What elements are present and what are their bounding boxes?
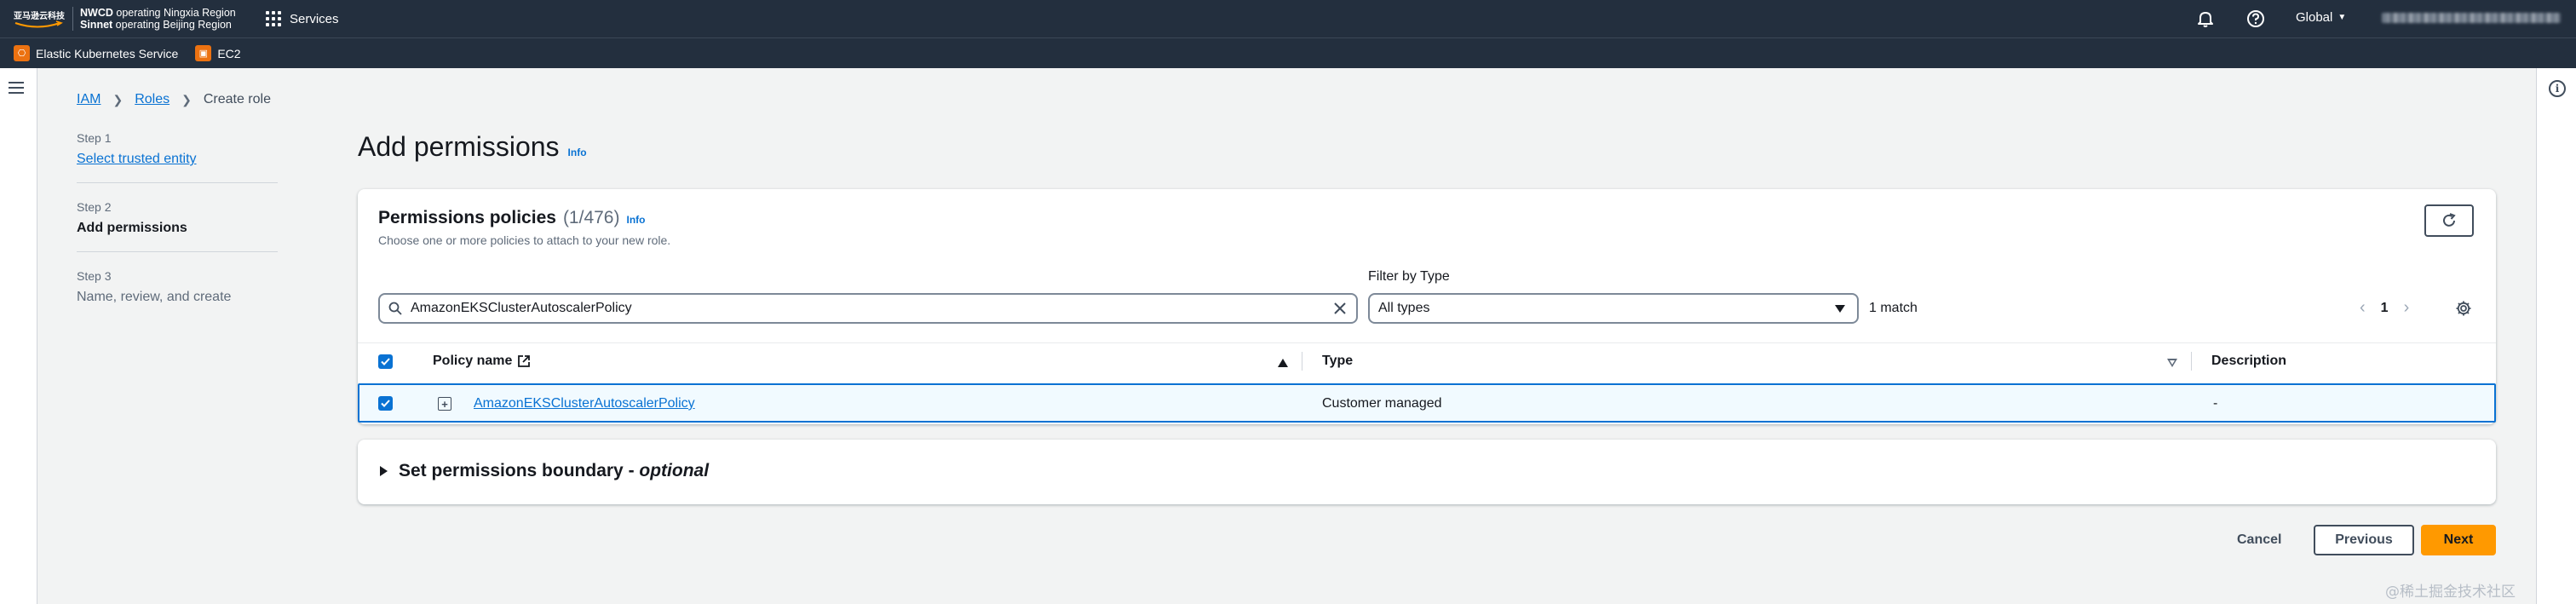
region-info: NWCD operating Ningxia Region Sinnet ope… (80, 7, 236, 31)
wizard-step-3: Step 3 Name, review, and create (77, 269, 278, 320)
select-all-checkbox[interactable] (378, 354, 393, 369)
panel-info-link[interactable]: Info (626, 214, 645, 226)
brand-logo-text: 亚马逊云科技 (14, 12, 65, 21)
breadcrumb-current: Create role (203, 92, 271, 106)
column-divider (2191, 352, 2192, 371)
filter-type-select[interactable]: All types (1368, 293, 1859, 324)
policy-name-link[interactable]: AmazonEKSClusterAutoscalerPolicy (474, 396, 695, 411)
services-grid-icon (266, 11, 281, 26)
step-link-select-trusted-entity[interactable]: Select trusted entity (77, 152, 278, 167)
chevron-right-icon: ❯ (181, 92, 192, 106)
brand-smile-icon (14, 20, 63, 28)
column-header-description[interactable]: Description (2211, 354, 2286, 369)
wizard-step-1: Step 1 Select trusted entity (77, 131, 278, 183)
page-info-link[interactable]: Info (568, 147, 587, 158)
region-selector-label: Global (2296, 10, 2333, 25)
next-page-icon[interactable]: › (2404, 298, 2410, 318)
sort-descending-icon[interactable] (2167, 359, 2177, 367)
external-link-icon (518, 355, 531, 367)
info-panel-icon[interactable]: i (2549, 80, 2566, 97)
top-navigation: 亚马逊云科技 NWCD operating Ningxia Region Sin… (0, 0, 2576, 37)
refresh-button[interactable] (2424, 204, 2474, 237)
caret-right-icon (380, 466, 388, 476)
ec2-service-icon: ▣ (195, 45, 212, 61)
help-icon[interactable] (2245, 9, 2266, 29)
clear-search-icon[interactable] (1332, 301, 1348, 316)
panel-description: Choose one or more policies to attach to… (378, 233, 671, 247)
table-row[interactable]: + AmazonEKSClusterAutoscalerPolicy Custo… (358, 383, 2496, 423)
filter-type-value: All types (1378, 301, 1430, 315)
region-divider (72, 7, 73, 31)
region-selector[interactable]: Global ▼ (2296, 10, 2346, 25)
favorites-bar: ⎔ Elastic Kubernetes Service ▣ EC2 (0, 37, 2576, 68)
services-label: Services (290, 11, 339, 26)
row-checkbox[interactable] (378, 396, 393, 411)
panel-title: Permissions policies (1/476) Info (378, 208, 645, 228)
watermark: @稀土掘金技术社区 (2385, 584, 2516, 601)
next-button[interactable]: Next (2421, 525, 2496, 555)
step-number: Step 2 (77, 200, 112, 214)
favorite-ec2-label: EC2 (217, 46, 241, 60)
step-current-add-permissions: Add permissions (77, 221, 187, 235)
sort-ascending-icon[interactable] (1278, 359, 1288, 367)
tools-rail: i (2536, 68, 2576, 604)
pagination: ‹ 1 › (2360, 298, 2409, 318)
page-number-button[interactable]: 1 (2381, 301, 2389, 316)
cancel-button[interactable]: Cancel (2223, 525, 2295, 555)
favorite-eks-label: Elastic Kubernetes Service (36, 46, 179, 60)
permissions-policies-panel: Permissions policies (1/476) Info Choose… (358, 189, 2496, 424)
step-number: Step 1 (77, 131, 112, 145)
notifications-bell-icon[interactable] (2196, 9, 2215, 28)
policy-type-cell: Customer managed (1322, 396, 1442, 411)
caret-down-icon (1835, 305, 1845, 313)
caret-down-icon: ▼ (2337, 13, 2347, 22)
services-menu-button[interactable]: Services (266, 9, 339, 29)
page-title-text: Add permissions (358, 131, 560, 162)
match-count: 1 match (1869, 301, 1918, 315)
side-navigation-rail (0, 68, 37, 604)
eks-service-icon: ⎔ (14, 45, 30, 61)
selection-count: (1/476) (562, 208, 620, 227)
column-header-policy-name[interactable]: Policy name (433, 354, 531, 369)
brand-logo[interactable]: 亚马逊云科技 (14, 7, 73, 31)
menu-hamburger-icon[interactable] (9, 82, 24, 94)
previous-button[interactable]: Previous (2314, 525, 2414, 555)
policy-search-input[interactable] (411, 298, 1314, 319)
wizard-step-2: Step 2 Add permissions (77, 200, 278, 252)
account-menu[interactable] (2382, 13, 2561, 23)
favorite-eks[interactable]: ⎔ Elastic Kubernetes Service (14, 45, 178, 61)
favorite-ec2[interactable]: ▣ EC2 (195, 45, 241, 61)
breadcrumb: IAM ❯ Roles ❯ Create role (77, 92, 271, 107)
refresh-icon (2443, 213, 2456, 227)
page-title: Add permissions Info (358, 131, 587, 163)
permissions-boundary-label: Set permissions boundary - optional (399, 461, 710, 480)
breadcrumb-iam[interactable]: IAM (77, 92, 101, 107)
permissions-boundary-expander[interactable]: Set permissions boundary - optional (358, 440, 2496, 504)
table-preferences-gear-icon[interactable] (2455, 300, 2472, 317)
panel-title-text: Permissions policies (378, 208, 556, 227)
previous-page-icon[interactable]: ‹ (2360, 298, 2366, 318)
chevron-right-icon: ❯ (112, 92, 124, 106)
checkmark-icon (381, 358, 390, 365)
step-number: Step 3 (77, 269, 112, 283)
filter-by-type-label: Filter by Type (1368, 269, 1450, 284)
expand-row-icon[interactable]: + (438, 397, 451, 411)
policy-search-field[interactable] (378, 293, 1358, 324)
table-header: Policy name Type Description (358, 342, 2496, 380)
search-icon (388, 302, 402, 315)
column-header-type[interactable]: Type (1322, 354, 1353, 369)
wizard-steps: Step 1 Select trusted entity Step 2 Add … (77, 131, 278, 337)
breadcrumb-roles[interactable]: Roles (135, 92, 170, 107)
checkmark-icon (381, 400, 390, 407)
policy-name-cell: AmazonEKSClusterAutoscalerPolicy (474, 396, 695, 411)
step-name-review-create: Name, review, and create (77, 290, 232, 304)
policy-description-cell: - (2213, 396, 2218, 411)
